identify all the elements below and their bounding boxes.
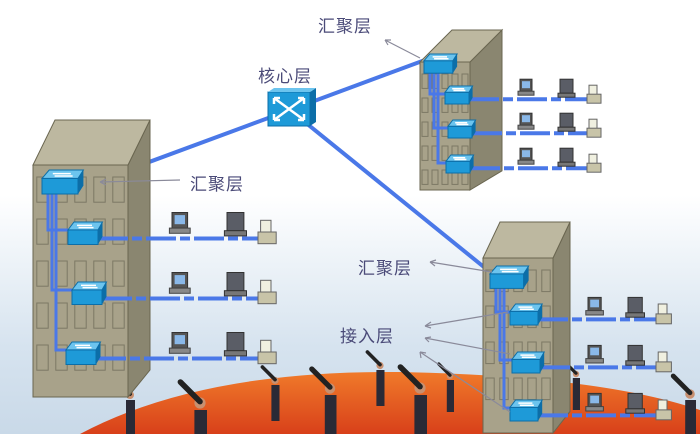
computer-icon [585,392,604,412]
access-layer-label: 接入层 [340,327,394,347]
distribution-layer-label-right: 汇聚层 [358,259,412,279]
computer-icon [585,344,604,364]
switch-icon [508,399,544,422]
computer-icon [168,332,191,354]
computer-icon [517,78,535,96]
computer-icon [517,147,535,165]
network-diagram [0,0,700,434]
switch-icon [66,221,104,245]
switch-icon [508,303,544,326]
switch-icon [70,281,108,305]
workstation-icon [223,212,247,237]
switch-icon [488,265,530,289]
switch-icon [510,351,546,374]
workstation-icon [625,344,645,366]
distribution-layer-label-top: 汇聚层 [318,17,372,37]
switch-icon [444,154,475,174]
core-layer-label: 核心层 [258,67,312,87]
computer-icon [585,296,604,316]
distribution-layer-label-left: 汇聚层 [190,175,244,195]
switch-icon [422,53,459,74]
computer-icon [517,112,535,130]
computer-icon [168,212,191,234]
workstation-icon [625,392,645,414]
workstation-icon [557,112,576,132]
workstation-icon [557,78,576,98]
workstation-icon [223,272,247,297]
workstation-icon [557,147,576,167]
computer-icon [168,272,191,294]
switch-icon [40,169,85,195]
switch-icon [64,341,102,365]
workstation-icon [625,296,645,318]
workstation-icon [223,332,247,357]
switch-icon [446,119,477,139]
core-switch [267,88,316,127]
switch-icon [443,85,474,105]
